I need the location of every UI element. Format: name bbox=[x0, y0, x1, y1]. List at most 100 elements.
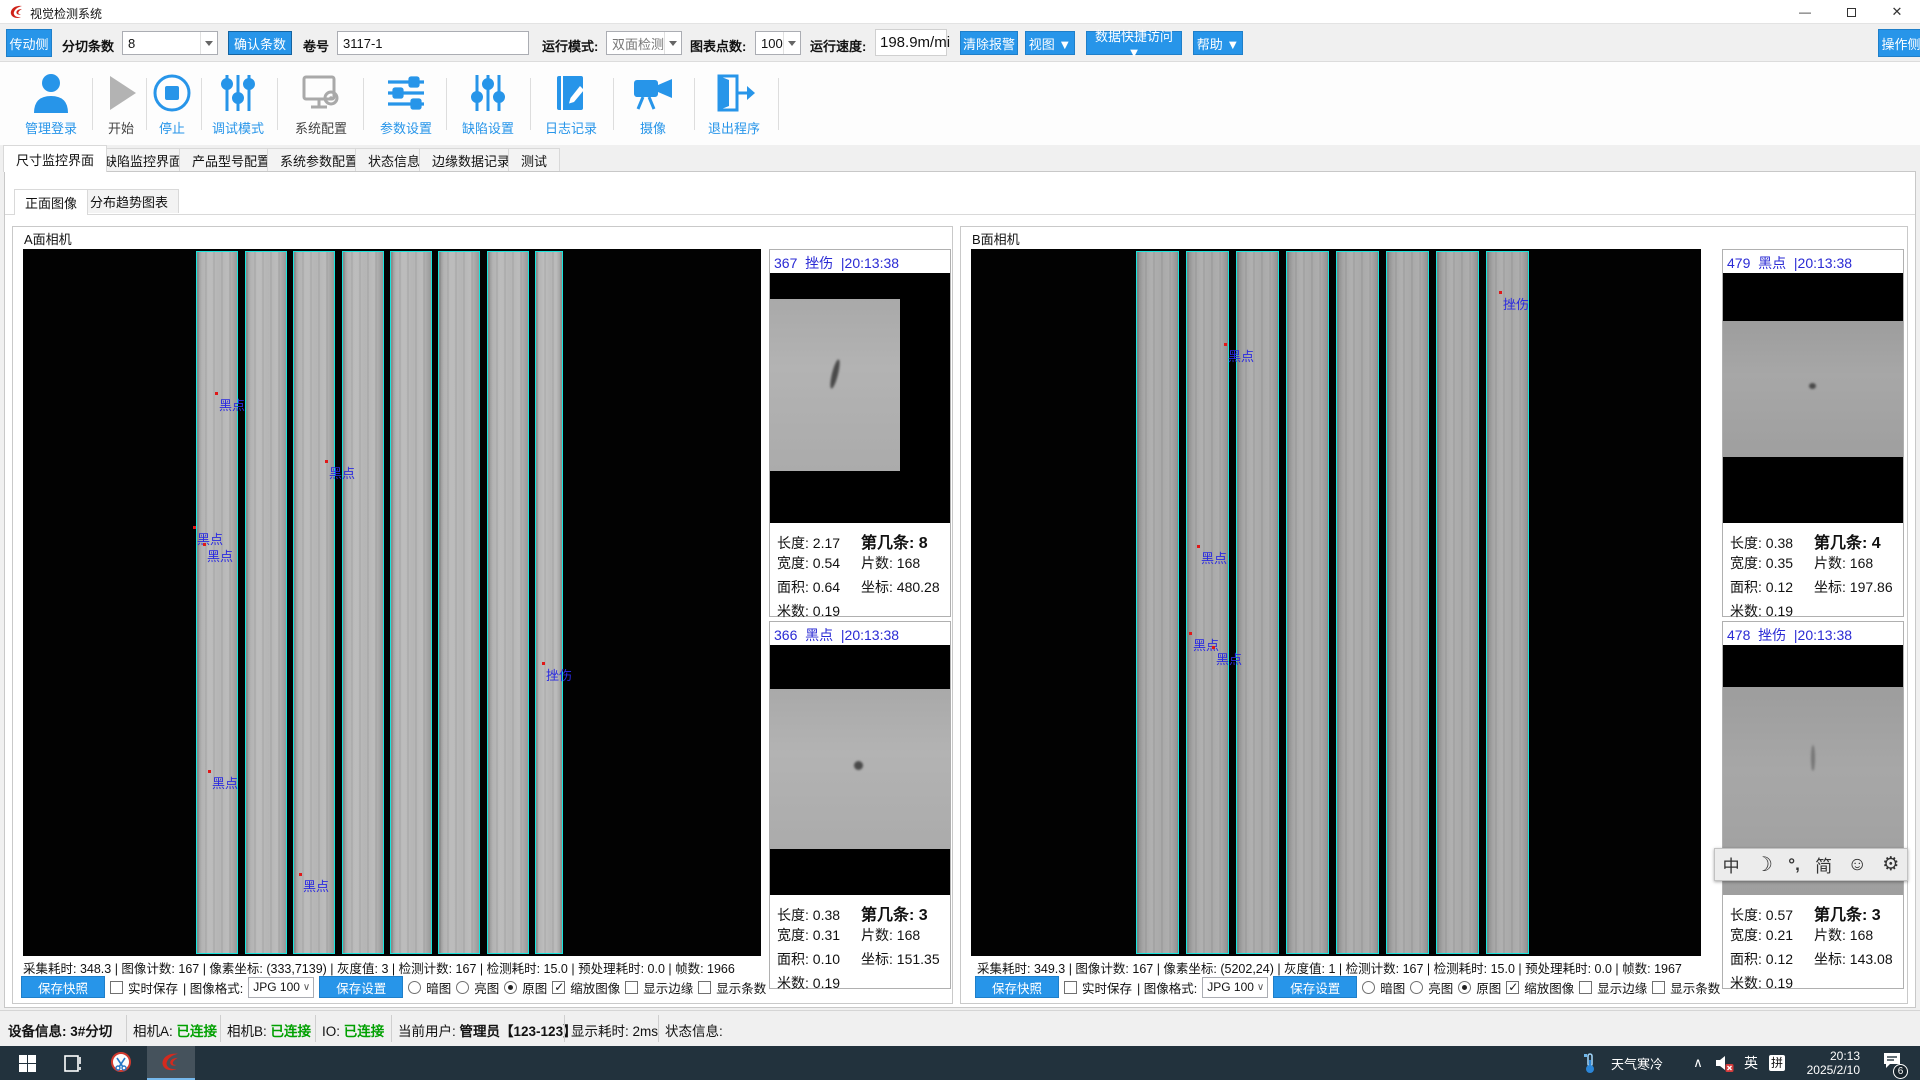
defect-marker-label: 黑点 bbox=[219, 395, 245, 414]
bright-image-radio[interactable] bbox=[1410, 981, 1423, 994]
icon-toolbar: 管理登录 开始 停止 调试模式 系统配置 参数设置 缺陷设置 bbox=[0, 62, 1920, 145]
log-record-button[interactable]: 日志记录 bbox=[532, 70, 610, 140]
run-mode-label: 运行模式: bbox=[542, 36, 598, 55]
defect-type: 挫伤 bbox=[805, 255, 833, 271]
admin-login-button[interactable]: 管理登录 bbox=[12, 70, 90, 140]
subtab-front-image[interactable]: 正面图像 bbox=[14, 189, 88, 215]
zoom-image-checkbox[interactable] bbox=[552, 981, 565, 994]
strip-outline bbox=[438, 251, 480, 954]
volume-muted-icon[interactable] bbox=[1710, 1046, 1738, 1080]
view-menu-button[interactable]: 视图 ▼ bbox=[1025, 31, 1075, 55]
defect-thumbnail[interactable] bbox=[770, 645, 950, 895]
image-format-select[interactable]: JPG 100∨ bbox=[1202, 977, 1268, 998]
realtime-save-checkbox[interactable] bbox=[110, 981, 123, 994]
tab-size-monitor[interactable]: 尺寸监控界面 bbox=[3, 145, 107, 172]
notification-center-button[interactable]: 6 bbox=[1872, 1046, 1912, 1080]
show-edge-checkbox[interactable] bbox=[625, 981, 638, 994]
stop-button[interactable]: 停止 bbox=[144, 70, 200, 140]
exit-program-button[interactable]: 退出程序 bbox=[695, 70, 773, 140]
dark-image-radio[interactable] bbox=[408, 981, 421, 994]
strip-outline bbox=[245, 251, 287, 954]
start-button[interactable]: 开始 bbox=[93, 70, 149, 140]
ime-simplified-toggle[interactable]: 简 bbox=[1815, 852, 1832, 877]
speed-label: 运行速度: bbox=[810, 36, 866, 55]
defect-settings-button[interactable]: 缺陷设置 bbox=[449, 70, 527, 140]
start-button[interactable] bbox=[6, 1046, 48, 1080]
slit-count-label: 分切条数 bbox=[62, 36, 114, 55]
defect-marker-label: 黑点 bbox=[1228, 346, 1254, 365]
vision-app-taskbar-button[interactable] bbox=[147, 1046, 195, 1080]
tab-test[interactable]: 测试 bbox=[508, 148, 560, 172]
show-edge-checkbox[interactable] bbox=[1579, 981, 1592, 994]
camera-a-image[interactable]: 黑点 黑点 黑点 黑点 挫伤 黑点 黑点 bbox=[23, 249, 761, 956]
camera-b-controls: 保存快照 实时保存 | 图像格式: JPG 100∨ 保存设置 暗图 亮图 原图… bbox=[975, 975, 1720, 999]
clear-alarm-button[interactable]: 清除报警 bbox=[960, 31, 1018, 55]
clock-time: 20:13 bbox=[1807, 1049, 1860, 1063]
save-snapshot-button[interactable]: 保存快照 bbox=[975, 976, 1059, 998]
help-menu-button[interactable]: 帮助 ▼ bbox=[1193, 31, 1243, 55]
ime-indicator[interactable]: 拼 bbox=[1764, 1046, 1790, 1080]
maximize-icon bbox=[1847, 8, 1856, 17]
weather-status[interactable]: 天气寒冷 bbox=[1605, 1046, 1669, 1080]
vertical-sliders-icon bbox=[467, 70, 509, 116]
data-quick-access-button[interactable]: 数据快捷访问 ▼ bbox=[1086, 31, 1182, 55]
original-image-radio[interactable] bbox=[504, 981, 517, 994]
minimize-button[interactable]: — bbox=[1782, 0, 1828, 24]
drive-side-button[interactable]: 传动侧 bbox=[6, 29, 52, 57]
bright-image-radio[interactable] bbox=[456, 981, 469, 994]
save-settings-button[interactable]: 保存设置 bbox=[1273, 976, 1357, 998]
roll-number-input[interactable]: 3117-1 bbox=[337, 31, 529, 55]
task-view-button[interactable] bbox=[52, 1046, 94, 1080]
taskbar-clock[interactable]: 20:13 2025/2/10 bbox=[1807, 1049, 1860, 1077]
operate-side-button[interactable]: 操作侧 bbox=[1878, 29, 1920, 57]
main-tabstrip: 尺寸监控界面 缺陷监控界面 产品型号配置 系统参数配置 状态信息 边缘数据记录 … bbox=[0, 145, 1920, 172]
defect-marker-label: 黑点 bbox=[329, 463, 355, 482]
device-info-label: 设备信息: bbox=[8, 1024, 67, 1039]
show-strips-checkbox[interactable] bbox=[698, 981, 711, 994]
system-config-button[interactable]: 系统配置 bbox=[282, 70, 360, 140]
param-settings-button[interactable]: 参数设置 bbox=[367, 70, 445, 140]
ime-toolbar: 中 ☽ °, 简 ☺ ⚙ bbox=[1714, 848, 1908, 881]
run-mode-select[interactable]: 双面检测 bbox=[606, 31, 682, 55]
camera-b-title: B面相机 bbox=[969, 229, 1023, 248]
ime-fullwidth-icon[interactable]: ☽ bbox=[1755, 852, 1773, 877]
defect-marker-label: 挫伤 bbox=[1503, 294, 1529, 313]
defect-thumbnail[interactable] bbox=[1723, 273, 1903, 523]
zoom-image-checkbox[interactable] bbox=[1506, 981, 1519, 994]
image-format-select[interactable]: JPG 100∨ bbox=[248, 977, 314, 998]
user-icon bbox=[31, 70, 71, 116]
save-settings-button[interactable]: 保存设置 bbox=[319, 976, 403, 998]
original-image-radio[interactable] bbox=[1458, 981, 1471, 994]
play-icon bbox=[102, 70, 140, 116]
ime-settings-gear-icon[interactable]: ⚙ bbox=[1882, 853, 1899, 876]
close-button[interactable]: ✕ bbox=[1874, 0, 1920, 24]
current-user-label: 当前用户: bbox=[398, 1024, 456, 1039]
save-snapshot-button[interactable]: 保存快照 bbox=[21, 976, 105, 998]
camera-a-conn-status: 已连接 bbox=[177, 1024, 218, 1039]
strip-outline bbox=[1336, 251, 1379, 954]
ime-mode-toggle[interactable]: 中 bbox=[1723, 852, 1740, 877]
language-indicator[interactable]: 英 bbox=[1740, 1046, 1762, 1080]
strip-outline bbox=[1186, 251, 1229, 954]
chart-points-select[interactable]: 100 bbox=[755, 31, 801, 55]
window-title: 视觉检测系统 bbox=[30, 5, 102, 22]
snipping-tool-button[interactable] bbox=[100, 1046, 142, 1080]
windows-logo-icon bbox=[19, 1055, 36, 1072]
realtime-save-checkbox[interactable] bbox=[1064, 981, 1077, 994]
subtab-trend-chart[interactable]: 分布趋势图表 bbox=[79, 189, 179, 213]
camera-b-image[interactable]: 挫伤 黑点 黑点 黑点 黑点 bbox=[971, 249, 1701, 956]
confirm-count-button[interactable]: 确认条数 bbox=[228, 31, 292, 55]
strip-outline bbox=[390, 251, 432, 954]
debug-mode-button[interactable]: 调试模式 bbox=[204, 70, 272, 140]
maximize-button[interactable] bbox=[1828, 0, 1874, 24]
ime-emoji-icon[interactable]: ☺ bbox=[1848, 854, 1867, 876]
slit-count-select[interactable]: 8 bbox=[122, 31, 218, 55]
ime-punctuation-icon[interactable]: °, bbox=[1788, 855, 1800, 875]
capture-button[interactable]: 摄像 bbox=[615, 70, 691, 140]
show-strips-checkbox[interactable] bbox=[1652, 981, 1665, 994]
hidden-icons-chevron[interactable]: ∧ bbox=[1686, 1046, 1710, 1080]
defect-marker-label: 黑点 bbox=[212, 773, 238, 792]
defect-thumbnail[interactable] bbox=[770, 273, 950, 523]
dark-image-radio[interactable] bbox=[1362, 981, 1375, 994]
snipping-tool-icon bbox=[110, 1052, 132, 1074]
